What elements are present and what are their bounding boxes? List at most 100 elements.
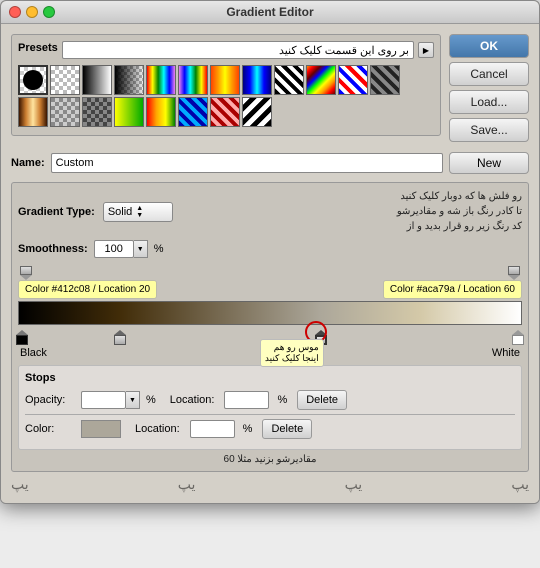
- preset-swatch-18[interactable]: [178, 97, 208, 127]
- presets-arrow-button[interactable]: ▶: [418, 42, 434, 58]
- opacity-stops-row: [18, 266, 522, 280]
- bottom-annotation: مقادیرشو بزنید مثلا 60: [18, 454, 522, 465]
- smoothness-percent: %: [154, 243, 164, 255]
- smoothness-label: Smoothness:: [18, 243, 88, 255]
- color-stop-black[interactable]: [16, 330, 28, 345]
- annotation-area-top: رو فلش ها که دوبار کلیک کنید تا کادر رنگ…: [181, 189, 522, 234]
- preset-swatch-7[interactable]: [210, 65, 240, 95]
- opacity-stop-left[interactable]: [20, 266, 32, 280]
- gradient-type-label: Gradient Type:: [18, 206, 95, 218]
- opacity-arrow-icon[interactable]: ▼: [126, 391, 140, 409]
- color-bubbles-row: Color #412c08 / Location 20 Color #aca79…: [18, 280, 522, 299]
- opacity-percent: %: [146, 394, 156, 406]
- smoothness-arrow-icon[interactable]: ▼: [134, 240, 148, 258]
- watermark-far-right: یپ: [511, 476, 529, 493]
- color-label: Color:: [25, 423, 75, 435]
- watermark-left: یپ: [11, 476, 29, 493]
- color-location-input[interactable]: [190, 420, 235, 438]
- gradient-section: Gradient Type: Solid ▲▼ رو فلش ها که دوب…: [11, 182, 529, 472]
- opacity-location-percent: %: [277, 394, 287, 406]
- presets-grid-row-1: [18, 65, 434, 95]
- color-bubble-right: Color #aca79a / Location 60: [383, 280, 522, 299]
- preset-swatch-2[interactable]: [50, 65, 80, 95]
- name-row: Name: New: [11, 152, 529, 174]
- divider: [25, 414, 515, 415]
- annotation-bottom-rtl: مقادیرشو بزنید مثلا 60: [224, 454, 317, 465]
- color-row: Color: Location: % Delete: [25, 419, 515, 439]
- presets-label: Presets: [18, 42, 58, 54]
- bw-labels-row: Black موس رو هم اینجا کلیک کنید White: [18, 347, 522, 359]
- main-content: Presets ▶: [1, 24, 539, 503]
- opacity-input[interactable]: [81, 391, 126, 409]
- color-bubble-left: Color #412c08 / Location 20: [18, 280, 157, 299]
- annotation-top-rtl: رو فلش ها که دوبار کلیک کنید تا کادر رنگ…: [397, 189, 522, 234]
- gradient-type-value: Solid: [108, 206, 132, 218]
- bottom-watermark: یپ یپ یپ یپ: [11, 472, 529, 493]
- black-label: Black: [20, 347, 47, 359]
- color-location-label: Location:: [135, 423, 180, 435]
- opacity-location-input[interactable]: [224, 391, 269, 409]
- select-arrows-icon: ▲▼: [136, 205, 143, 219]
- smoothness-input[interactable]: [94, 240, 134, 258]
- ok-button[interactable]: OK: [449, 34, 529, 58]
- gradient-bar-area: Color #412c08 / Location 20 Color #aca79…: [18, 266, 522, 359]
- gradient-type-select[interactable]: Solid ▲▼: [103, 202, 173, 222]
- gradient-editor-window: Gradient Editor Presets ▶: [0, 0, 540, 504]
- save-button[interactable]: Save...: [449, 118, 529, 142]
- opacity-input-group: ▼: [81, 391, 140, 409]
- cancel-button[interactable]: Cancel: [449, 62, 529, 86]
- load-button[interactable]: Load...: [449, 90, 529, 114]
- gradient-bar[interactable]: [18, 301, 522, 325]
- close-button[interactable]: [9, 6, 21, 18]
- preset-swatch-3[interactable]: [82, 65, 112, 95]
- preset-swatch-8[interactable]: [242, 65, 272, 95]
- preset-swatch-5[interactable]: [146, 65, 176, 95]
- smoothness-input-group: ▼: [94, 240, 148, 258]
- window-buttons: [9, 6, 55, 18]
- opacity-row: Opacity: ▼ % Location: % Delete: [25, 390, 515, 410]
- gradient-type-row: Gradient Type: Solid ▲▼ رو فلش ها که دوب…: [18, 189, 522, 234]
- name-input[interactable]: [51, 153, 443, 173]
- preset-swatch-4[interactable]: [114, 65, 144, 95]
- color-location-percent: %: [243, 423, 253, 435]
- opacity-location-label: Location:: [170, 394, 215, 406]
- color-swatch[interactable]: [81, 420, 121, 438]
- preset-swatch-13[interactable]: [18, 97, 48, 127]
- preset-swatch-1[interactable]: [18, 65, 48, 95]
- color-delete-button[interactable]: Delete: [262, 419, 312, 439]
- opacity-delete-button[interactable]: Delete: [297, 390, 347, 410]
- presets-grid-row-2: [18, 97, 434, 127]
- preset-swatch-12[interactable]: [370, 65, 400, 95]
- preset-swatch-16[interactable]: [114, 97, 144, 127]
- preset-swatch-6[interactable]: [178, 65, 208, 95]
- preset-swatch-19[interactable]: [210, 97, 240, 127]
- preset-swatch-14[interactable]: [50, 97, 80, 127]
- preset-swatch-10[interactable]: [306, 65, 336, 95]
- color-stop-white[interactable]: [512, 330, 524, 345]
- right-buttons-panel: OK Cancel Load... Save...: [449, 34, 529, 144]
- stops-title: Stops: [25, 372, 515, 384]
- name-label: Name:: [11, 157, 45, 169]
- minimize-button[interactable]: [26, 6, 38, 18]
- new-button[interactable]: New: [449, 152, 529, 174]
- mouse-tooltip-annotation: موس رو هم اینجا کلیک کنید: [260, 339, 324, 367]
- maximize-button[interactable]: [43, 6, 55, 18]
- opacity-label: Opacity:: [25, 394, 75, 406]
- watermark-center: یپ: [178, 476, 196, 493]
- presets-section: Presets ▶: [11, 34, 441, 136]
- presets-input-row: Presets ▶: [18, 41, 434, 59]
- smoothness-row: Smoothness: ▼ %: [18, 240, 522, 258]
- preset-swatch-15[interactable]: [82, 97, 112, 127]
- preset-swatch-11[interactable]: [338, 65, 368, 95]
- preset-swatch-20[interactable]: [242, 97, 272, 127]
- white-label: White: [492, 347, 520, 359]
- preset-swatch-9[interactable]: [274, 65, 304, 95]
- arrow-right-icon: ▶: [423, 46, 429, 55]
- window-title: Gradient Editor: [226, 5, 313, 19]
- color-stop-20[interactable]: [114, 330, 126, 345]
- opacity-stop-right[interactable]: [508, 266, 520, 280]
- presets-search-input[interactable]: [62, 41, 414, 59]
- preset-swatch-17[interactable]: [146, 97, 176, 127]
- titlebar: Gradient Editor: [1, 1, 539, 24]
- watermark-right: یپ: [345, 476, 363, 493]
